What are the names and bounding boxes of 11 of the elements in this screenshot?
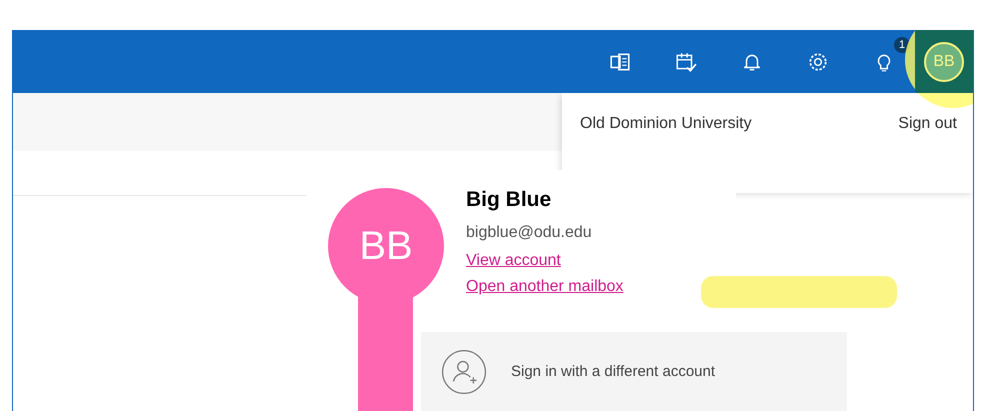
settings-icon[interactable] [807, 50, 829, 72]
calendar-check-icon[interactable] [675, 50, 697, 72]
sign-in-label: Sign in with a different account [511, 363, 716, 380]
user-name: Big Blue [466, 188, 552, 212]
account-link[interactable]: Open another mailbox [466, 278, 624, 296]
account-link[interactable]: View account [466, 252, 561, 270]
sign-out-link[interactable]: Sign out [898, 115, 957, 133]
organization-name: Old Dominion University [580, 115, 752, 133]
user-email: bigblue@odu.edu [466, 224, 592, 242]
sign-in-option[interactable]: Sign in with a different account [421, 332, 847, 411]
add-person-icon [441, 348, 487, 394]
